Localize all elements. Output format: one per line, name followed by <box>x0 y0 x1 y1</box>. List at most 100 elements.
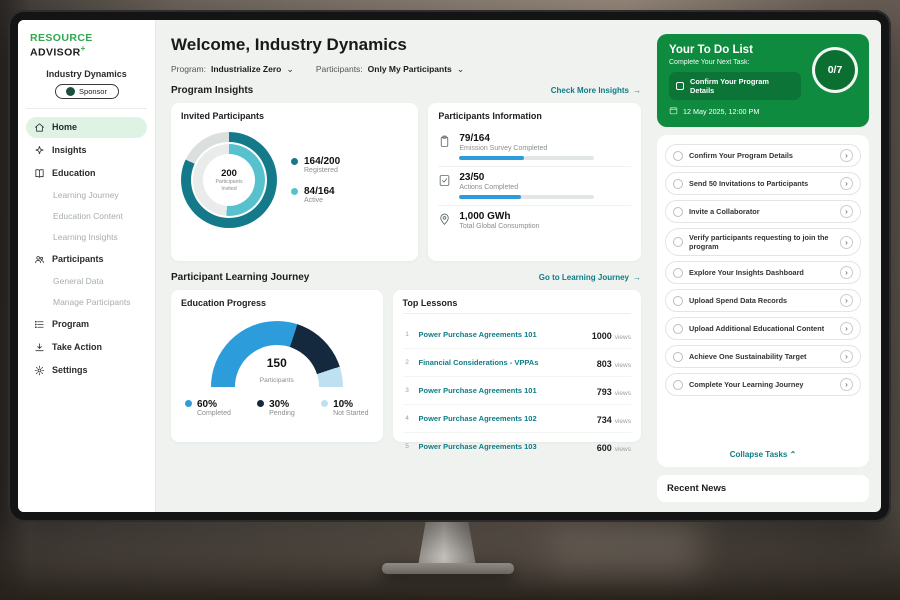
sidebar-item-label: Participants <box>52 254 104 264</box>
chevron-right-icon[interactable]: › <box>840 236 853 249</box>
task-item[interactable]: Complete Your Learning Journey › <box>665 373 861 396</box>
chevron-right-icon[interactable]: › <box>840 149 853 162</box>
legend-dot <box>257 400 264 407</box>
chevron-right-icon[interactable]: › <box>840 322 853 335</box>
task-item[interactable]: Send 50 Invitations to Participants › <box>665 172 861 195</box>
sidebar-item-learning-insights[interactable]: Learning Insights <box>26 228 147 247</box>
chevron-right-icon[interactable]: › <box>840 350 853 363</box>
todo-progress-ring: 0/7 <box>812 47 858 93</box>
app-window: RESOURCE ADVISOR+ Industry Dynamics Spon… <box>18 20 881 512</box>
sidebar-item-program[interactable]: Program <box>26 314 147 335</box>
info-row-actions: 23/50 Actions Completed <box>438 167 631 206</box>
task-checkbox[interactable] <box>673 380 683 390</box>
info-row-consumption: 1,000 GWh Total Global Consumption <box>438 206 631 240</box>
education-gauge-chart: 150 Participants <box>211 321 343 387</box>
lesson-row: 1 Power Purchase Agreements 101 1000view… <box>403 321 632 349</box>
checkbox-icon[interactable] <box>676 82 684 90</box>
program-filter[interactable]: Program: Industrialize Zero ⌄ <box>171 64 294 74</box>
todo-task-list: Confirm Your Program Details › Send 50 I… <box>657 135 869 467</box>
section-title-learning-journey: Participant Learning Journey <box>171 272 309 283</box>
card-title: Participants Information <box>438 111 631 121</box>
go-to-learning-journey-link[interactable]: Go to Learning Journey → <box>539 273 641 282</box>
lesson-link[interactable]: Financial Considerations - VPPAs <box>419 358 590 367</box>
lesson-link[interactable]: Power Purchase Agreements 101 <box>419 330 585 339</box>
list-icon <box>34 319 45 330</box>
sidebar-item-education[interactable]: Education <box>26 163 147 184</box>
check-more-insights-link[interactable]: Check More Insights → <box>551 86 641 95</box>
sidebar-item-education-content[interactable]: Education Content <box>26 207 147 226</box>
download-icon <box>34 342 45 353</box>
task-checkbox[interactable] <box>673 207 683 217</box>
people-icon <box>34 254 45 265</box>
sidebar-item-participants[interactable]: Participants <box>26 249 147 270</box>
progress-bar <box>459 195 594 199</box>
section-title-program-insights: Program Insights <box>171 85 253 96</box>
collapse-tasks-link[interactable]: Collapse Tasks ⌃ <box>665 445 861 461</box>
chevron-down-icon: ⌄ <box>457 65 465 74</box>
todo-panel: Your To Do List Complete Your Next Task:… <box>653 20 881 512</box>
info-row-emission-survey: 79/164 Emission Survey Completed <box>438 128 631 167</box>
sidebar-item-home[interactable]: Home <box>26 117 147 138</box>
sidebar-item-settings[interactable]: Settings <box>26 360 147 381</box>
task-item[interactable]: Explore Your Insights Dashboard › <box>665 261 861 284</box>
recent-news-header[interactable]: Recent News <box>657 475 869 502</box>
task-checkbox[interactable] <box>673 268 683 278</box>
task-item[interactable]: Upload Spend Data Records › <box>665 289 861 312</box>
lesson-row: 2 Financial Considerations - VPPAs 803vi… <box>403 349 632 377</box>
monitor-stand-base <box>382 563 514 574</box>
task-item[interactable]: Achieve One Sustainability Target › <box>665 345 861 368</box>
monitor-stand-neck <box>418 519 476 566</box>
lesson-row: 5 Power Purchase Agreements 103 600views <box>403 433 632 460</box>
card-title: Education Progress <box>181 298 373 308</box>
chevron-right-icon[interactable]: › <box>840 205 853 218</box>
task-checkbox[interactable] <box>673 296 683 306</box>
education-progress-card: Education Progress 150 Participants <box>171 290 383 442</box>
sidebar-item-manage-participants[interactable]: Manage Participants <box>26 293 147 312</box>
legend-dot <box>291 188 298 195</box>
page-title: Welcome, Industry Dynamics <box>171 35 641 55</box>
task-item[interactable]: Confirm Your Program Details › <box>665 144 861 167</box>
next-task-pill[interactable]: Confirm Your Program Details <box>669 72 801 100</box>
participants-information-card: Participants Information 79/164 Emission… <box>428 103 641 261</box>
book-icon <box>34 168 45 179</box>
sidebar-item-learning-journey[interactable]: Learning Journey <box>26 186 147 205</box>
legend-dot <box>291 158 298 165</box>
calendar-icon <box>669 106 678 117</box>
legend-registered: 164/200 Registered <box>291 156 340 174</box>
program-insights-cards: Invited Participants 200 Participants In… <box>171 103 641 261</box>
clipboard-icon <box>438 135 451 148</box>
task-checkbox[interactable] <box>673 179 683 189</box>
task-checkbox[interactable] <box>673 324 683 334</box>
sidebar-item-take-action[interactable]: Take Action <box>26 337 147 358</box>
task-checkbox[interactable] <box>673 352 683 362</box>
todo-progress-value: 0/7 <box>828 64 843 76</box>
sidebar-item-general-data[interactable]: General Data <box>26 272 147 291</box>
task-checkbox[interactable] <box>673 237 683 247</box>
monitor-bezel: RESOURCE ADVISOR+ Industry Dynamics Spon… <box>8 10 891 522</box>
todo-summary-card: Your To Do List Complete Your Next Task:… <box>657 34 869 127</box>
arrow-right-icon: → <box>633 86 641 95</box>
app-logo: RESOURCE ADVISOR+ <box>26 32 147 59</box>
task-item[interactable]: Invite a Collaborator › <box>665 200 861 223</box>
task-checkbox[interactable] <box>673 151 683 161</box>
chevron-right-icon[interactable]: › <box>840 378 853 391</box>
org-name: Industry Dynamics <box>26 69 147 79</box>
lesson-link[interactable]: Power Purchase Agreements 102 <box>419 414 590 423</box>
lesson-link[interactable]: Power Purchase Agreements 101 <box>419 386 590 395</box>
task-item[interactable]: Verify participants requesting to join t… <box>665 228 861 256</box>
program-insights-header: Program Insights Check More Insights → <box>171 85 641 96</box>
card-title: Invited Participants <box>181 111 408 121</box>
sidebar-item-label: Settings <box>52 365 88 375</box>
chevron-right-icon[interactable]: › <box>840 266 853 279</box>
lesson-link[interactable]: Power Purchase Agreements 103 <box>419 442 590 451</box>
sidebar-item-label: Education <box>52 168 96 178</box>
lesson-row: 4 Power Purchase Agreements 102 734views <box>403 405 632 433</box>
participants-filter[interactable]: Participants: Only My Participants ⌄ <box>316 64 464 74</box>
sidebar-item-label: Program <box>52 319 89 329</box>
chevron-right-icon[interactable]: › <box>840 294 853 307</box>
task-item[interactable]: Upload Additional Educational Content › <box>665 317 861 340</box>
sponsor-badge[interactable]: Sponsor <box>55 84 119 99</box>
filter-bar: Program: Industrialize Zero ⌄ Participan… <box>171 64 641 74</box>
chevron-right-icon[interactable]: › <box>840 177 853 190</box>
sidebar-item-insights[interactable]: Insights <box>26 140 147 161</box>
